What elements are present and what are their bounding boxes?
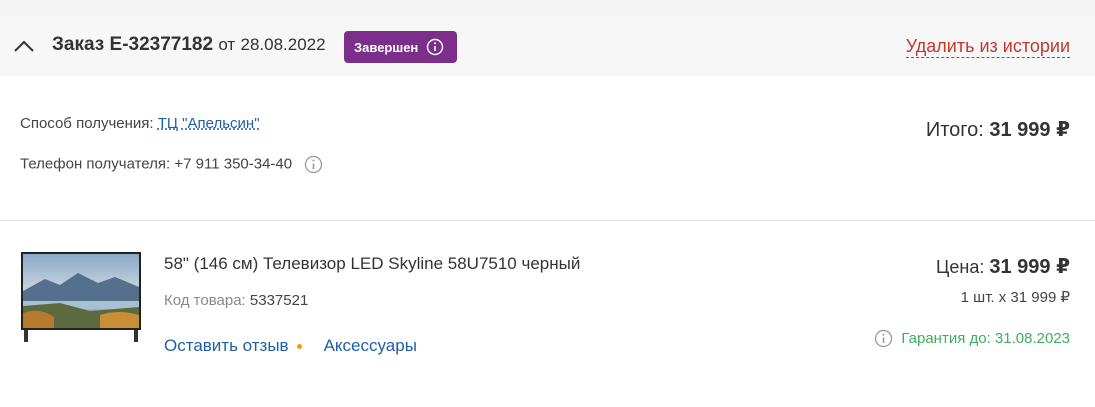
product-code: Код товара: 5337521 [164,292,308,309]
status-badge[interactable]: Завершен [344,31,457,63]
order-total: Итого: 31 999 ₽ [926,117,1070,142]
delivery-method-link[interactable]: ТЦ "Апельсин" [158,115,260,132]
warranty: Гарантия до: 31.08.2023 [874,329,1070,348]
total-label: Итого: [925,119,984,141]
product-code-value: 5337521 [249,292,309,309]
product-actions: Оставить отзыв Аксессуары [164,336,417,356]
price-value: 31 999 ₽ [989,256,1070,278]
recipient-phone-value: +7 911 350-34-40 [174,155,293,173]
chevron-up-icon[interactable] [12,36,36,56]
product-price: Цена: 31 999 ₽ [936,254,1070,279]
delete-from-history-link[interactable]: Удалить из истории [905,35,1070,58]
delivery-method-label: Способ получения: [20,115,154,132]
review-dot [296,344,302,350]
order-header: Заказ E-32377182 от 28.08.2022 Завершен … [0,16,1095,76]
product-image[interactable] [20,251,142,349]
info-icon [427,38,444,56]
order-number: E-32377182 [109,34,214,55]
status-label: Завершен [354,39,419,55]
divider [0,220,1095,221]
order-date-prefix: от [218,35,236,54]
order-card: Заказ E-32377182 от 28.08.2022 Завершен … [0,16,1095,407]
product-code-label: Код товара: [164,292,246,309]
price-label: Цена: [936,257,985,277]
leave-review-link[interactable]: Оставить отзыв [164,336,289,355]
recipient-phone-label: Телефон получателя: [20,155,171,173]
accessories-link[interactable]: Аксессуары [324,336,417,355]
order-date: 28.08.2022 [240,35,326,54]
info-icon[interactable] [874,329,893,348]
order-title: Заказ E-32377182 от 28.08.2022 [52,34,326,56]
product-quantity: 1 шт. x 31 999 ₽ [960,289,1070,306]
info-icon[interactable] [304,155,323,174]
warranty-text: Гарантия до: 31.08.2023 [901,330,1070,347]
total-value: 31 999 ₽ [989,119,1070,141]
order-label: Заказ [52,34,105,55]
delivery-method: Способ получения: ТЦ "Апельсин" [20,115,260,132]
recipient-phone: Телефон получателя: +7 911 350-34-40 [20,155,323,174]
product-name[interactable]: 58" (146 см) Телевизор LED Skyline 58U75… [164,254,580,274]
